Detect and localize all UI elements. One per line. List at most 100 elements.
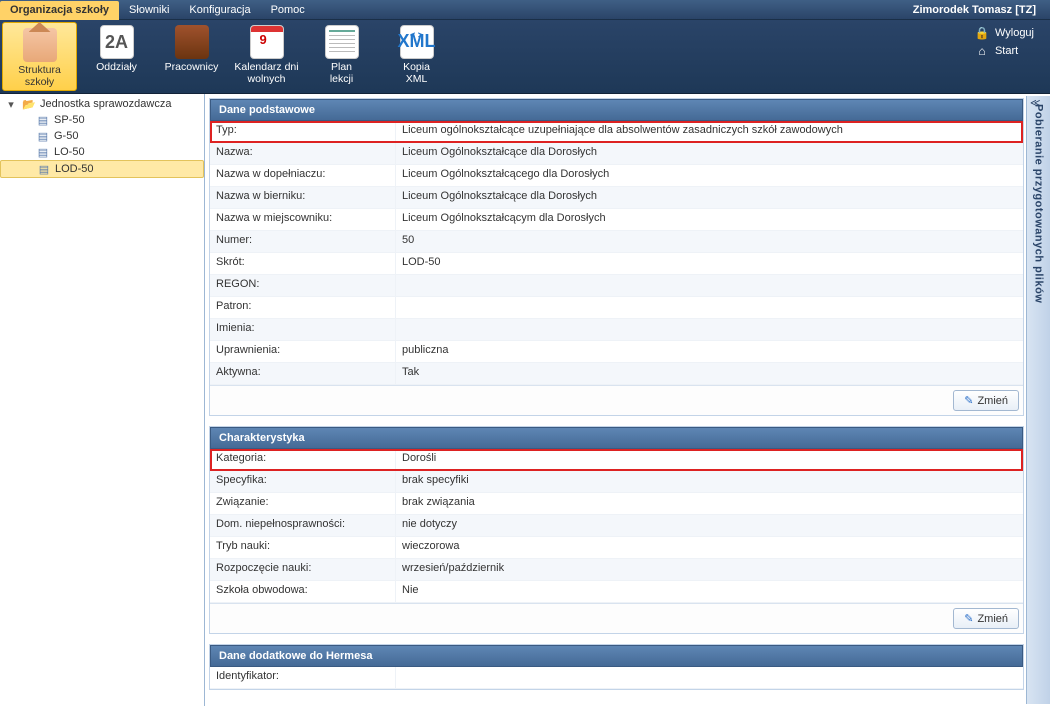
panel-hermes: Dane dodatkowe do Hermesa Identyfikator:	[209, 644, 1024, 690]
ribbon-label: Struktura	[18, 64, 61, 76]
tree-item-sp50[interactable]: ▤SP-50	[0, 112, 204, 128]
field-label: Specyfika:	[210, 471, 396, 492]
field-value	[396, 297, 1023, 318]
xml-icon: XML	[400, 25, 434, 59]
ribbon-kalendarz[interactable]: Kalendarz dni wolnych	[229, 20, 304, 93]
field-label: Identyfikator:	[210, 667, 396, 688]
tree-item-label: LO-50	[54, 146, 85, 158]
field-value: Liceum Ogólnokształcące dla Dorosłych	[396, 143, 1023, 164]
field-value: LOD-50	[396, 253, 1023, 274]
field-value: Liceum Ogólnokształcące dla Dorosłych	[396, 187, 1023, 208]
change-button[interactable]: ✎ Zmień	[953, 390, 1019, 411]
calendar-icon	[250, 25, 284, 59]
side-panel-label: Pobieranie przygotowanych plików	[1033, 104, 1045, 303]
field-value: Liceum Ogólnokształcącego dla Dorosłych	[396, 165, 1023, 186]
ribbon-plan-lekcji[interactable]: Plan lekcji	[304, 20, 379, 93]
field-value: Liceum Ogólnokształcącym dla Dorosłych	[396, 209, 1023, 230]
ribbon-label: Kopia	[403, 61, 430, 73]
menu-tab-pomoc[interactable]: Pomoc	[261, 0, 315, 19]
form-row: Nazwa:Liceum Ogólnokształcące dla Dorosł…	[210, 143, 1023, 165]
form-row: Typ:Liceum ogólnokształcące uzupełniając…	[210, 121, 1023, 143]
class-2a-icon: 2A	[100, 25, 134, 59]
menu-tab-organizacja[interactable]: Organizacja szkoły	[0, 1, 119, 20]
pencil-icon: ✎	[964, 612, 973, 625]
ribbon: Struktura szkoły 2A Oddziały Pracownicy …	[0, 20, 1050, 94]
tree-item-lo50[interactable]: ▤ LO-50	[0, 144, 204, 160]
field-label: Nazwa w dopełniaczu:	[210, 165, 396, 186]
form-row: Patron:	[210, 297, 1023, 319]
ribbon-label: Kalendarz dni	[234, 61, 298, 73]
field-value: publiczna	[396, 341, 1023, 362]
page-icon: ▤	[36, 146, 50, 158]
tree-root-label: Jednostka sprawozdawcza	[40, 98, 171, 110]
panel-header[interactable]: Dane podstawowe	[210, 99, 1023, 121]
tree-item-label: SP-50	[54, 114, 85, 126]
field-label: Skrót:	[210, 253, 396, 274]
field-label: Szkoła obwodowa:	[210, 581, 396, 602]
ribbon-label: szkoły	[25, 76, 54, 88]
ribbon-label: XML	[406, 73, 428, 85]
collapse-icon[interactable]: ▾	[4, 98, 18, 110]
ribbon-label: Oddziały	[96, 61, 137, 73]
ribbon-pracownicy[interactable]: Pracownicy	[154, 20, 229, 93]
form-row: Aktywna:Tak	[210, 363, 1023, 385]
form-row: Tryb nauki:wieczorowa	[210, 537, 1023, 559]
lock-icon: 🔒	[975, 26, 989, 40]
field-value: Tak	[396, 363, 1023, 384]
form-row: Związanie:brak związania	[210, 493, 1023, 515]
field-value: Liceum ogólnokształcące uzupełniające dl…	[396, 121, 1023, 142]
form-row: Dom. niepełnosprawności:nie dotyczy	[210, 515, 1023, 537]
logout-link[interactable]: 🔒 Wyloguj	[975, 26, 1034, 40]
page-icon: ▤	[36, 130, 50, 142]
field-label: Uprawnienia:	[210, 341, 396, 362]
form-row: Numer:50	[210, 231, 1023, 253]
panel-charakterystyka: Charakterystyka Kategoria:DorośliSpecyfi…	[209, 426, 1024, 634]
form-row: Uprawnienia:publiczna	[210, 341, 1023, 363]
tree-item-g50[interactable]: ▤ G-50	[0, 128, 204, 144]
form-row: Specyfika:brak specyfiki	[210, 471, 1023, 493]
field-value	[396, 319, 1023, 340]
field-label: Typ:	[210, 121, 396, 142]
form-row: Nazwa w bierniku:Liceum Ogólnokształcące…	[210, 187, 1023, 209]
panel-header[interactable]: Charakterystyka	[210, 427, 1023, 449]
button-label: Zmień	[977, 395, 1008, 407]
field-label: Nazwa:	[210, 143, 396, 164]
expand-icon[interactable]: ≪	[1030, 98, 1040, 109]
field-label: Imienia:	[210, 319, 396, 340]
field-value: wrzesień/październik	[396, 559, 1023, 580]
start-label: Start	[995, 45, 1018, 57]
form-row: Skrót:LOD-50	[210, 253, 1023, 275]
ribbon-kopia-xml[interactable]: XML Kopia XML	[379, 20, 454, 93]
field-label: Numer:	[210, 231, 396, 252]
pencil-icon: ✎	[964, 394, 973, 407]
tree-item-label: LOD-50	[55, 163, 94, 175]
panel-header[interactable]: Dane dodatkowe do Hermesa	[210, 645, 1023, 667]
briefcase-icon	[175, 25, 209, 59]
field-label: Nazwa w bierniku:	[210, 187, 396, 208]
ribbon-label: lekcji	[330, 73, 353, 85]
ribbon-struktura-szkoly[interactable]: Struktura szkoły	[2, 22, 77, 91]
tree-item-label: G-50	[54, 130, 78, 142]
field-value: Nie	[396, 581, 1023, 602]
form-row: Imienia:	[210, 319, 1023, 341]
home-icon: ⌂	[975, 44, 989, 58]
ribbon-oddzialy[interactable]: 2A Oddziały	[79, 20, 154, 93]
menu-tab-konfiguracja[interactable]: Konfiguracja	[179, 0, 260, 19]
field-label: REGON:	[210, 275, 396, 296]
field-value: nie dotyczy	[396, 515, 1023, 536]
field-label: Rozpoczęcie nauki:	[210, 559, 396, 580]
change-button[interactable]: ✎Zmień	[953, 608, 1019, 629]
tree-item-lod50[interactable]: ▤LOD-50	[0, 160, 204, 178]
start-link[interactable]: ⌂ Start	[975, 44, 1034, 58]
logout-label: Wyloguj	[995, 27, 1034, 39]
field-label: Aktywna:	[210, 363, 396, 384]
field-value: Dorośli	[396, 449, 1023, 470]
side-panel-collapsed[interactable]: ≪ Pobieranie przygotowanych plików	[1026, 96, 1050, 704]
tree-root[interactable]: ▾ 📂 Jednostka sprawozdawcza	[0, 96, 204, 112]
ribbon-label: Pracownicy	[165, 61, 219, 73]
form-row: Kategoria:Dorośli	[210, 449, 1023, 471]
menu-tab-slowniki[interactable]: Słowniki	[119, 0, 179, 19]
field-label: Kategoria:	[210, 449, 396, 470]
field-label: Nazwa w miejscowniku:	[210, 209, 396, 230]
user-label: Zimorodek Tomasz [TZ]	[913, 4, 1050, 16]
